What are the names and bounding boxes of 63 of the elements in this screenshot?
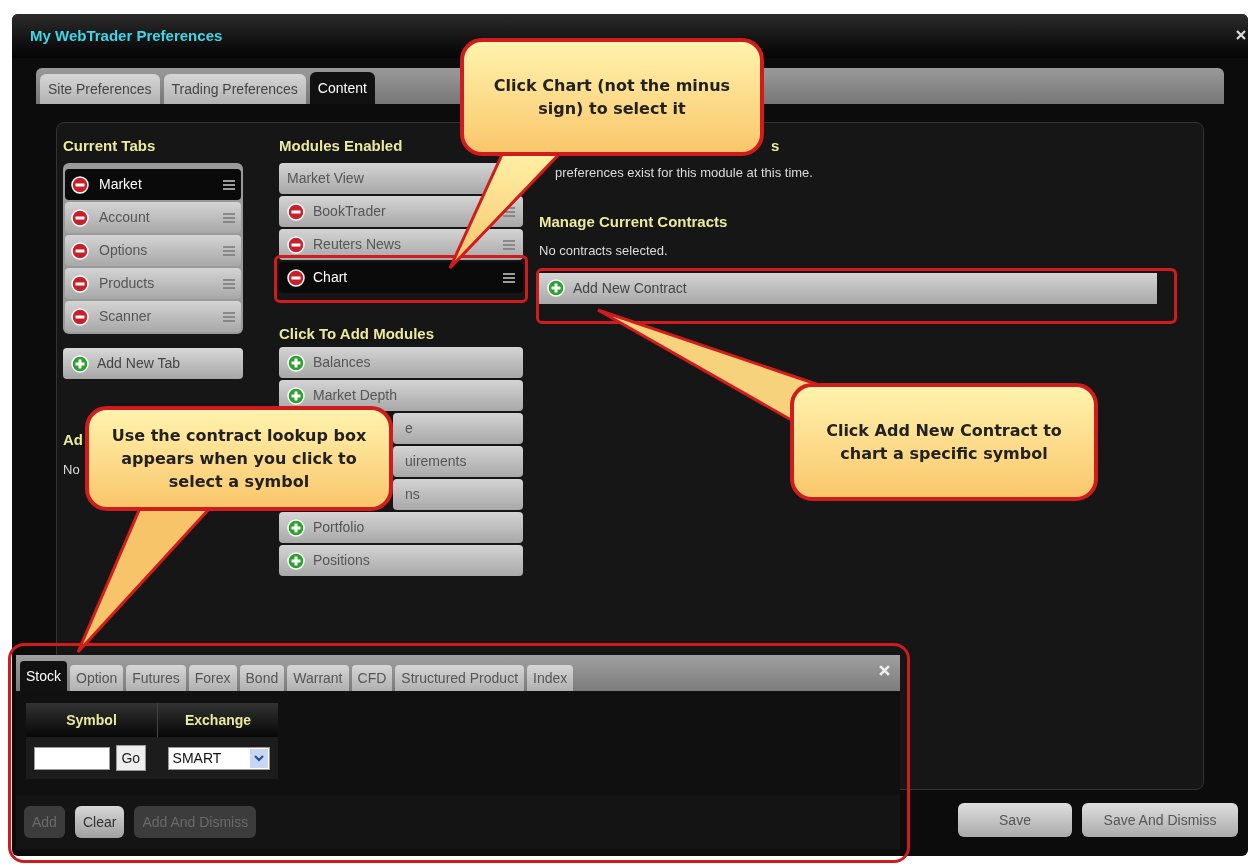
close-icon[interactable] <box>1236 30 1246 40</box>
footer-button[interactable]: Save And Dismiss <box>1082 803 1238 837</box>
plus-icon <box>71 354 89 373</box>
section-heading: Current Tabs <box>63 136 157 156</box>
tab[interactable]: Trading Preferences <box>163 74 306 104</box>
section-heading: Modules Enabled <box>279 136 404 156</box>
status-text: No <box>63 460 81 479</box>
column-header: Symbol <box>26 703 158 737</box>
tab[interactable]: Bond <box>239 665 285 691</box>
drag-handle-icon[interactable] <box>223 245 235 256</box>
tab[interactable]: Forex <box>188 665 237 691</box>
tab-list-item[interactable]: Options <box>65 235 241 266</box>
go-button[interactable]: Go <box>116 745 146 771</box>
section-heading: Ad <box>63 430 84 450</box>
drag-handle-icon[interactable] <box>223 311 235 322</box>
symbol-input[interactable] <box>34 746 110 770</box>
section-heading: Manage Current Contracts <box>539 211 729 232</box>
tab-list-item[interactable]: Market <box>65 169 241 200</box>
tab-list-item[interactable]: Account <box>65 202 241 233</box>
module-item[interactable]: Balances <box>279 347 523 378</box>
drag-handle-icon[interactable] <box>223 212 235 223</box>
callout-tooltip: Click Add New Contract to chart a specific symbol <box>790 383 1098 501</box>
drag-handle-icon[interactable] <box>223 179 235 190</box>
status-text: No contracts selected. <box>539 242 669 260</box>
tab[interactable]: Stock <box>20 661 67 691</box>
module-item[interactable]: Chart <box>279 262 523 293</box>
plus-icon <box>287 551 305 570</box>
tab[interactable]: Content <box>309 72 375 104</box>
lookup-button[interactable]: Clear <box>74 806 125 838</box>
plus-icon <box>287 353 305 372</box>
plus-icon <box>547 279 565 297</box>
footer-button[interactable]: Save <box>958 803 1072 837</box>
minus-icon[interactable] <box>287 268 305 287</box>
tab[interactable]: Futures <box>126 665 186 691</box>
tab[interactable]: Warrant <box>287 665 349 691</box>
plus-icon <box>287 518 305 537</box>
exchange-dropdown[interactable]: SMART <box>167 746 270 770</box>
drag-handle-icon[interactable] <box>503 272 515 283</box>
tab[interactable]: CFD <box>351 665 393 691</box>
window-title: My WebTrader Preferences <box>30 25 223 46</box>
plus-icon <box>287 386 305 405</box>
drag-handle-icon[interactable] <box>503 239 515 250</box>
section-heading: s <box>771 136 781 156</box>
tab[interactable]: Option <box>70 665 124 691</box>
column-header: Exchange <box>158 703 278 737</box>
module-item[interactable]: ns <box>393 479 523 510</box>
add-tab-button[interactable]: Add New Tab <box>63 348 243 379</box>
section-heading: Click To Add Modules <box>279 324 435 344</box>
callout-tooltip: Use the contract lookup box appears when you click to select a symbol <box>85 406 393 511</box>
module-item[interactable]: Portfolio <box>279 512 523 543</box>
module-item[interactable]: e <box>393 413 523 444</box>
tab-list-item[interactable]: Products <box>65 268 241 299</box>
info-text: preferences exist for this module at this time. <box>555 164 814 182</box>
drag-handle-icon[interactable] <box>223 278 235 289</box>
module-item[interactable]: Market Depth <box>279 380 523 411</box>
module-item[interactable]: Positions <box>279 545 523 576</box>
add-contract-button[interactable]: Add New Contract <box>539 272 1157 304</box>
tab[interactable]: Structured Product <box>395 665 525 691</box>
tab-list-item[interactable]: Scanner <box>65 301 241 332</box>
tab[interactable]: Index <box>527 665 574 691</box>
tab[interactable]: Site Preferences <box>40 74 160 104</box>
module-item[interactable]: uirements <box>393 446 523 477</box>
minus-icon[interactable] <box>71 175 89 194</box>
